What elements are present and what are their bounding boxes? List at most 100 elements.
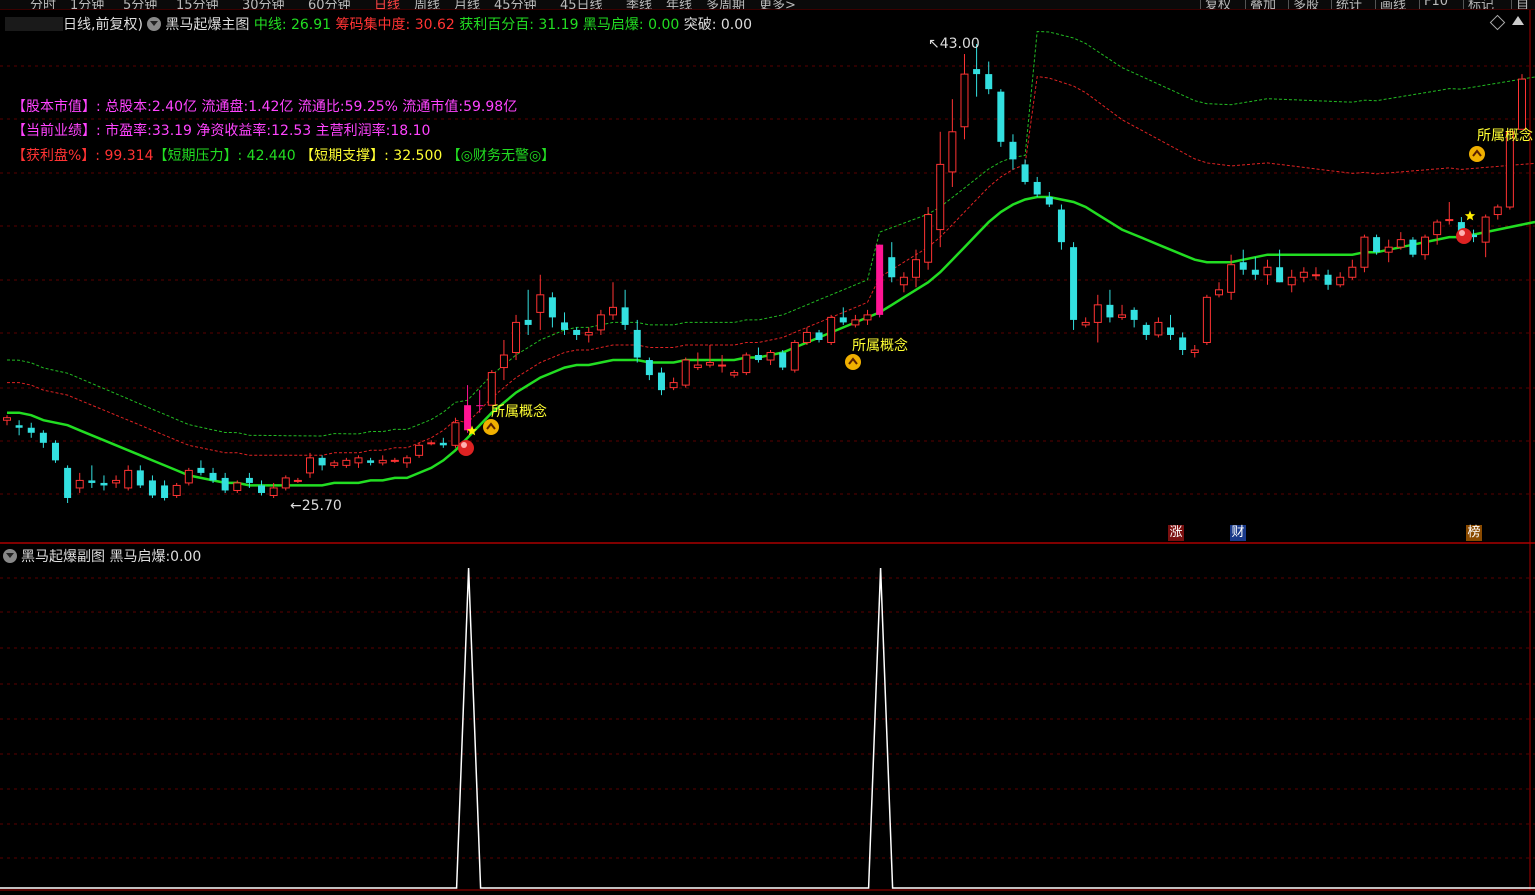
candle-body-up [766,352,775,361]
grid-lines [0,10,1535,891]
chevron-down-icon[interactable] [3,549,17,563]
candle-body-down [1142,324,1150,335]
candle-body-down [839,317,847,323]
candle-body-up [1202,296,1211,343]
candle-body-down [148,480,156,496]
up-arrow-icon [483,419,499,435]
candle-body-up [451,422,460,446]
candle-body-down [1239,262,1247,270]
sub-indicator [0,567,1535,889]
candle-body-up [415,444,424,456]
candle-body-up [1336,276,1345,286]
candle-body-up [1093,304,1102,323]
dashed-green-line [6,30,1535,437]
candle-body-up [1518,78,1526,130]
concept-label-1[interactable]: 所属概念 [491,401,547,421]
candle-body-down [1130,309,1138,320]
candle-body-down [754,355,762,361]
candle-body-down [815,332,823,340]
candle-body-up [269,487,278,496]
candle-body-up [1311,274,1320,277]
candle-body-up [293,479,302,482]
candle-body-up [1445,219,1454,222]
candle-body-down [464,405,472,431]
candle-body-down [997,91,1005,142]
candle-body-up [693,364,702,369]
candle-body-down [39,432,47,443]
candle-body-down [621,307,629,325]
candle-body-up [912,259,920,278]
candle-body-down [985,74,993,90]
candle-body-down [1106,304,1114,318]
candle-body-up [609,306,617,316]
candle-body-up [112,479,121,484]
candle-body-down [88,480,96,483]
candle-body-up [512,321,521,354]
candle-body-down [1179,337,1187,350]
candle-body-down [1409,239,1417,255]
candle-body-down [209,472,217,481]
candle-body-down [779,352,787,368]
candle-body-down [27,427,35,433]
candle-body-up [827,316,836,343]
candle-body-up [233,482,242,491]
candle-body-up [1154,321,1163,336]
concept-label-2[interactable]: 所属概念 [852,335,908,355]
candle-body-up [342,459,351,466]
candle-body-up [1227,264,1236,293]
candle-body-up [402,457,411,464]
candle-body-up [1263,266,1272,276]
sub-title-row: 黑马起爆副图 黑马启爆:0.00 [3,546,201,566]
candle-body-up [924,214,933,263]
candle-body-up [1215,289,1223,296]
candle-body-down [548,297,556,318]
candle-body-up [669,382,678,389]
candle-body-up [851,319,860,326]
up-arrow-icon [845,354,861,370]
candle-body-down [258,485,266,493]
candle-body-down [573,329,581,335]
candle-body-down [1033,181,1041,195]
candle-body-down [197,467,205,473]
kline-chart[interactable] [0,0,1535,895]
candle-body-down [1251,269,1259,275]
candle-body-up [499,354,508,369]
candle-body-up [790,341,799,371]
candle-body-up [1081,321,1090,326]
candle-body-up [802,331,811,343]
ball-signal-icon [458,440,474,456]
candle-body-up [306,457,314,474]
ball-signal-icon-shine [1459,230,1465,236]
candle-body-down [657,372,665,391]
candle-body-up [899,276,908,286]
concept-label-3[interactable]: 所属概念 [1477,125,1533,145]
candle-body-up [330,462,339,466]
candle-body-down [1021,164,1029,182]
candle-body-down [1276,267,1284,283]
candle-body-up [1493,206,1502,216]
badge-finance[interactable]: 财 [1230,525,1246,541]
candle-body-down [439,442,447,446]
candle-body-down [136,470,144,486]
sub-indicator-name[interactable]: 黑马起爆副图 [21,549,105,565]
dashed-red-line [7,76,1535,456]
candle-body-down [888,257,896,278]
sub-param-label: 黑马启爆: [109,549,171,565]
candle-body-down [15,425,23,428]
badge-rank[interactable]: 榜 [1466,525,1482,541]
candle-body-up [172,484,181,496]
candle-body-down [1045,197,1053,205]
candle-body-down [1167,327,1175,335]
candle-body-up [124,469,133,489]
candle-body-up [742,354,751,374]
candle-body-down [645,360,653,376]
candle-body-down [561,322,569,330]
star-icon [1464,210,1476,221]
candle-body-up [1384,246,1393,253]
candle-body-down [318,457,326,466]
candle-body-down [876,244,884,315]
badge-limit-up[interactable]: 涨 [1168,525,1184,541]
candle-body-up [354,457,363,464]
candle-body-up [536,294,545,313]
candle-body-up [960,73,969,128]
